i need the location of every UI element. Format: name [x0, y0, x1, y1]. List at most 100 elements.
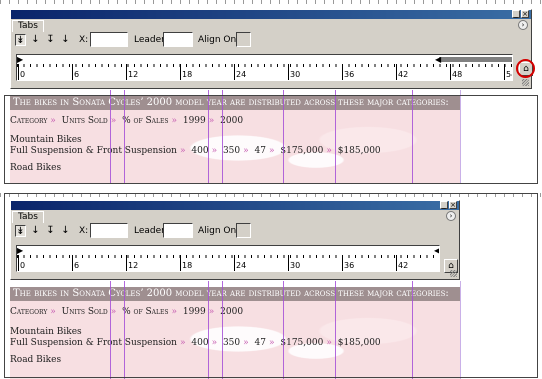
tab-ruler[interactable]: ▶ ◀ 0 6 12 18 24 30 36 42 48 54 [16, 54, 513, 81]
tab-guide [412, 90, 413, 184]
ruler-overhang-band [439, 57, 512, 62]
cell: 47 [254, 338, 266, 348]
cell: $175,000 [280, 338, 324, 348]
cell: $185,000 [337, 146, 381, 156]
align-on-label: Align On: [198, 35, 240, 45]
cell: Category [10, 307, 48, 317]
menu-arrow-icon[interactable]: › [518, 20, 528, 30]
resize-grip-icon[interactable] [522, 79, 529, 86]
tab-guide [222, 90, 223, 184]
tab-guide [222, 281, 223, 379]
menu-arrow-icon[interactable]: › [446, 211, 456, 221]
document-horizontal-ruler [0, 0, 542, 7]
tab-guide [110, 90, 111, 184]
ruler-number: 18 [182, 261, 193, 270]
highlight-circle [516, 59, 535, 78]
close-button[interactable]: × [521, 10, 529, 18]
cell: 350 [222, 146, 241, 156]
center-justified-tab-icon[interactable]: ↓ [30, 225, 41, 237]
indent-marker[interactable]: ▶ [17, 247, 23, 255]
leader-field[interactable] [163, 223, 193, 238]
document-page: The bikes in Sonata Cycles’ 2000 model y… [0, 90, 542, 184]
tabs-palette[interactable]: _ × Tabs › ↡ ↓ ↧ ↓ X: Leader: Align On: … [10, 9, 535, 89]
left-justified-tab-icon[interactable]: ↡ [15, 34, 26, 46]
tab-guide [208, 281, 209, 379]
cell: 1999 [182, 307, 206, 317]
indent-marker[interactable]: ▶ [17, 56, 23, 64]
ruler-number: 18 [182, 70, 193, 79]
margin-guide [460, 281, 461, 379]
cell: 400 [191, 146, 209, 156]
tab-guide [208, 90, 209, 184]
tab-ruler[interactable]: ▶ ◀ 0 6 12 18 24 30 36 42 [16, 245, 440, 272]
tab-guide [110, 281, 111, 379]
align-on-label: Align On: [198, 226, 240, 236]
ruler-number: 54 [506, 70, 512, 79]
align-on-field[interactable] [236, 32, 251, 47]
page-body: Category» Units Sold» % of Sales» 1999» … [10, 301, 460, 379]
cell: Full Suspension & Front Suspension [10, 338, 177, 348]
x-label: X: [79, 35, 89, 45]
ruler-number: 30 [290, 70, 301, 79]
ruler-number: 42 [398, 70, 409, 79]
group-label: Mountain Bikes [10, 327, 82, 337]
ruler-number: 6 [74, 261, 80, 270]
cell: 400 [191, 338, 209, 348]
align-to-decimal-tab-icon[interactable]: ↓ [60, 34, 71, 46]
right-justified-tab-icon[interactable]: ↧ [45, 225, 56, 237]
ruler-number: 0 [20, 261, 26, 270]
document-page: The bikes in Sonata Cycles’ 2000 model y… [0, 281, 542, 379]
ruler-number: 30 [290, 261, 301, 270]
ruler-ticks [17, 64, 512, 72]
cell: $175,000 [280, 146, 324, 156]
margin-guide [460, 90, 461, 184]
cell: Units Sold [61, 116, 108, 126]
table-row: Full Suspension & Front Suspension» 400»… [10, 338, 381, 348]
tab-guide [335, 281, 336, 379]
ruler-number: 24 [236, 70, 247, 79]
palette-title-bar[interactable]: _ × [11, 10, 531, 19]
cell: % of Sales [122, 116, 169, 126]
center-justified-tab-icon[interactable]: ↓ [30, 34, 41, 46]
group-label: Road Bikes [10, 163, 62, 173]
x-position-field[interactable] [90, 223, 128, 238]
right-justified-tab-icon[interactable]: ↧ [45, 34, 56, 46]
resize-grip-icon[interactable] [450, 270, 457, 277]
leader-field[interactable] [163, 32, 193, 47]
minimize-button[interactable]: _ [440, 201, 448, 209]
close-button[interactable]: × [449, 201, 457, 209]
align-on-field[interactable] [236, 223, 251, 238]
x-position-field[interactable] [90, 32, 128, 47]
tabs-palette[interactable]: _ × Tabs › ↡ ↓ ↧ ↓ X: Leader: Align On: … [10, 200, 460, 280]
ruler-number: 36 [344, 70, 355, 79]
right-indent-marker[interactable]: ◀ [434, 247, 439, 255]
minimize-button[interactable]: _ [512, 10, 520, 18]
right-indent-marker[interactable]: ◀ [435, 56, 441, 64]
x-label: X: [79, 226, 89, 236]
ruler-number: 12 [128, 70, 139, 79]
screenshot-bottom: The bikes in Sonata Cycles’ 2000 model y… [0, 193, 542, 379]
ruler-number: 6 [74, 70, 80, 79]
document-horizontal-ruler [0, 193, 542, 200]
tab-guide [412, 281, 413, 379]
left-justified-tab-icon[interactable]: ↡ [15, 225, 26, 237]
ruler-number: 48 [452, 70, 463, 79]
ruler-number: 0 [20, 70, 26, 79]
group-label: Mountain Bikes [10, 135, 82, 145]
cell: 350 [222, 338, 241, 348]
palette-title-bar[interactable]: _ × [11, 201, 459, 210]
tab-guide [124, 281, 125, 379]
cell: $185,000 [337, 338, 381, 348]
align-to-decimal-tab-icon[interactable]: ↓ [60, 225, 71, 237]
page-body: Category» Units Sold» % of Sales» 1999» … [10, 110, 460, 184]
page-heading: The bikes in Sonata Cycles’ 2000 model y… [10, 287, 460, 301]
cell: 47 [254, 146, 266, 156]
ruler-number: 24 [236, 261, 247, 270]
screenshot-top: The bikes in Sonata Cycles’ 2000 model y… [0, 0, 542, 184]
cell: 2000 [220, 116, 244, 126]
tab-guide [283, 90, 284, 184]
ruler-number: 36 [344, 261, 355, 270]
cell: 1999 [182, 116, 206, 126]
page-heading: The bikes in Sonata Cycles’ 2000 model y… [10, 96, 460, 110]
cell: % of Sales [122, 307, 169, 317]
